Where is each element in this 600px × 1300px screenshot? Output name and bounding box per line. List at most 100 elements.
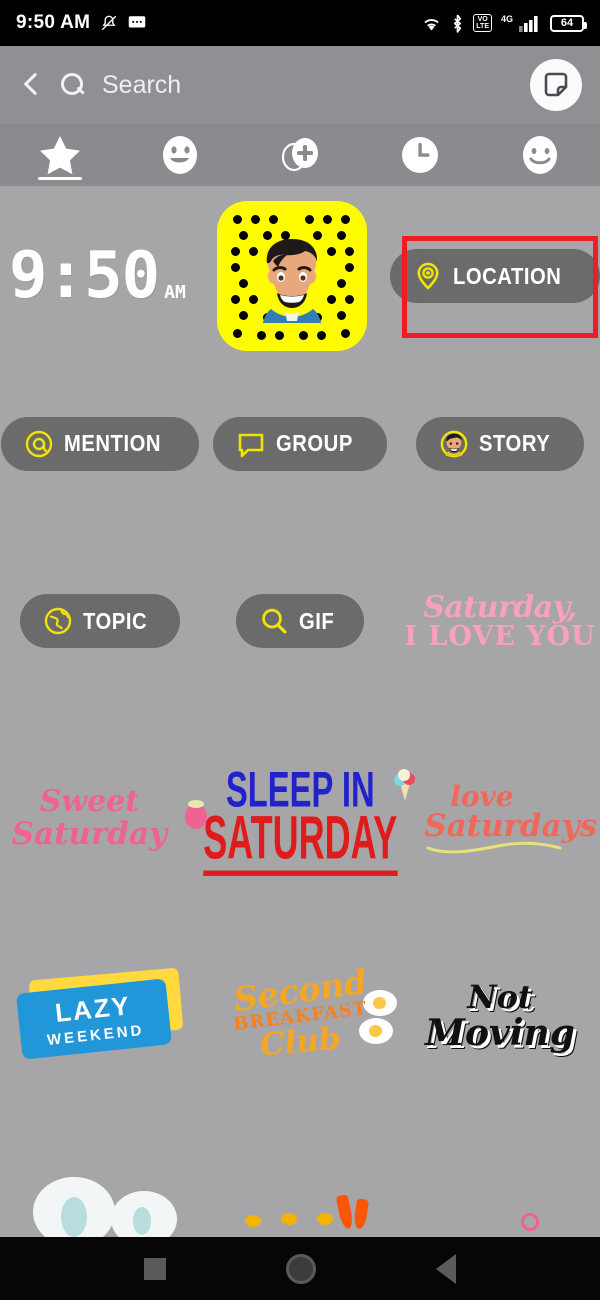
mention-sticker-button[interactable]: MENTION	[1, 416, 199, 471]
gif-sticker-label: GIF	[299, 607, 335, 634]
story-sticker-cell: STORY	[400, 366, 600, 521]
tab-active-indicator	[38, 176, 82, 180]
globe-icon	[44, 607, 72, 635]
recents-button[interactable]	[144, 1257, 166, 1280]
smiley-icon	[523, 136, 557, 174]
time-sticker-digits: 9:50	[9, 239, 160, 313]
tab-favorites[interactable]	[0, 124, 120, 186]
status-bar-left: 9:50 AM	[16, 12, 146, 34]
carrot-icon	[352, 1198, 370, 1230]
star-icon	[40, 136, 80, 175]
network-type-label: 4G	[500, 13, 513, 24]
location-pin-icon	[417, 262, 439, 290]
cloud-shade-icon	[133, 1207, 151, 1235]
not-moving-line2: Moving	[425, 1012, 575, 1054]
sleep-in-line2: SATURDAY	[202, 807, 398, 876]
tab-emoji[interactable]	[120, 124, 240, 186]
sticker-grid: 9:50 AM LOCATION MENTION GROUP STORY TOP…	[0, 186, 600, 1237]
mention-sticker-label: MENTION	[64, 430, 162, 456]
tab-smiley[interactable]	[480, 124, 600, 186]
status-bar-right: VO LTE 4G 64	[421, 13, 587, 33]
battery-icon: 64	[550, 14, 587, 32]
sticker-row-2: MENTION GROUP STORY	[0, 366, 600, 521]
saturday-love-line1: Saturday,	[423, 589, 577, 625]
search-header: Search	[0, 46, 600, 124]
volte-icon: VO LTE	[473, 14, 492, 32]
sweet-saturday-line1: Sweet	[39, 784, 140, 819]
story-sticker-label: STORY	[479, 430, 551, 456]
mute-icon	[100, 14, 118, 32]
group-sticker-label: GROUP	[275, 430, 353, 456]
carrot-sticker-partial[interactable]	[200, 1116, 400, 1236]
topic-sticker-button[interactable]: TOPIC	[20, 594, 180, 648]
message-icon	[128, 15, 146, 31]
status-bar: 9:50 AM VO LTE 4G 64	[0, 0, 600, 46]
bluetooth-icon	[451, 14, 464, 33]
group-sticker-button[interactable]: GROUP	[212, 416, 388, 471]
pink-sticker-partial[interactable]	[400, 1116, 600, 1236]
lazy-weekend-sticker[interactable]: LAZY WEEKEND	[0, 916, 200, 1116]
at-sign-icon	[26, 430, 53, 457]
bitmoji-story-icon	[440, 430, 468, 457]
love-saturdays-line1: love	[450, 780, 514, 813]
sticker-row-3: TOPIC GIF Saturday, I LOVE YOU	[0, 521, 600, 721]
yellow-dot-icon	[317, 1213, 333, 1225]
saturday-love-sticker[interactable]: Saturday, I LOVE YOU	[400, 521, 600, 721]
signal-icon	[519, 15, 541, 32]
search-icon	[60, 72, 86, 98]
lazy-weekend-blue-card: LAZY WEEKEND	[15, 978, 173, 1060]
pink-ring-icon	[521, 1213, 539, 1231]
yellow-dot-icon	[281, 1213, 297, 1225]
home-button[interactable]	[286, 1253, 316, 1284]
love-saturdays-sticker[interactable]: love Saturdays	[394, 721, 600, 916]
topic-sticker-label: TOPIC	[83, 607, 148, 634]
gif-sticker-cell: GIF	[200, 521, 400, 721]
saturday-love-line2: I LOVE YOU	[404, 620, 596, 652]
magnifier-icon	[262, 608, 288, 634]
love-saturdays-line2: Saturdays	[424, 808, 598, 844]
wifi-icon	[421, 15, 442, 32]
bitmoji-avatar-icon	[263, 239, 322, 323]
sticker-note-icon	[544, 72, 568, 97]
snapchat-sticker-picker-screen: 9:50 AM VO LTE 4G 64 Search 9:50 AM LOCA…	[0, 0, 600, 1300]
bitmoji-plus-icon	[281, 138, 318, 172]
sticker-category-tabs	[0, 124, 600, 186]
not-moving-sticker[interactable]: Not Moving	[400, 916, 600, 1116]
carrot-icon	[335, 1194, 355, 1230]
second-breakfast-sticker[interactable]: Second BREAKFAST Club	[200, 916, 400, 1116]
sticker-row-6-partial	[0, 1116, 600, 1237]
android-nav-bar	[0, 1237, 600, 1300]
sticker-row-1: 9:50 AM LOCATION	[0, 186, 600, 366]
lazy-weekend-line1: LAZY	[53, 990, 133, 1028]
time-sticker-ampm: AM	[164, 282, 186, 303]
sticker-note-button[interactable]	[530, 59, 582, 111]
yellow-dot-icon	[245, 1215, 261, 1227]
back-chevron-icon[interactable]	[18, 72, 44, 98]
location-sticker-button[interactable]: LOCATION	[389, 249, 600, 303]
sleep-in-saturday-sticker[interactable]: SLEEP IN SATURDAY	[179, 721, 422, 916]
tab-recent[interactable]	[360, 124, 480, 186]
tab-create-bitmoji[interactable]	[240, 124, 360, 186]
clock-icon	[402, 137, 438, 173]
back-button[interactable]	[436, 1253, 456, 1284]
search-input-placeholder[interactable]: Search	[102, 71, 181, 100]
ice-cream-icon	[394, 769, 416, 801]
emoji-face-icon	[163, 136, 197, 174]
topic-sticker-cell: TOPIC	[0, 521, 200, 721]
location-sticker-label: LOCATION	[452, 262, 562, 289]
search-bar[interactable]: Search	[60, 71, 181, 100]
cloud-sticker-partial[interactable]	[0, 1116, 200, 1237]
sweet-saturday-line2: Saturday	[11, 816, 168, 852]
sticker-row-5: LAZY WEEKEND Second BREAKFAST Club Not M…	[0, 916, 600, 1116]
chat-bubble-icon	[238, 433, 264, 457]
cloud-shade-icon	[61, 1197, 87, 1237]
story-sticker-button[interactable]: STORY	[416, 416, 584, 471]
status-bar-clock: 9:50 AM	[16, 12, 91, 33]
snapcode-sticker[interactable]	[195, 186, 390, 366]
gif-sticker-button[interactable]: GIF	[236, 594, 364, 648]
mention-sticker-cell: MENTION	[0, 366, 200, 521]
time-sticker[interactable]: 9:50 AM	[0, 186, 195, 366]
not-moving-line1: Not	[467, 978, 533, 1016]
sticker-row-4: Sweet Saturday SLEEP IN SATURDAY love Sa…	[0, 721, 600, 916]
sweet-saturday-sticker[interactable]: Sweet Saturday	[0, 721, 208, 916]
